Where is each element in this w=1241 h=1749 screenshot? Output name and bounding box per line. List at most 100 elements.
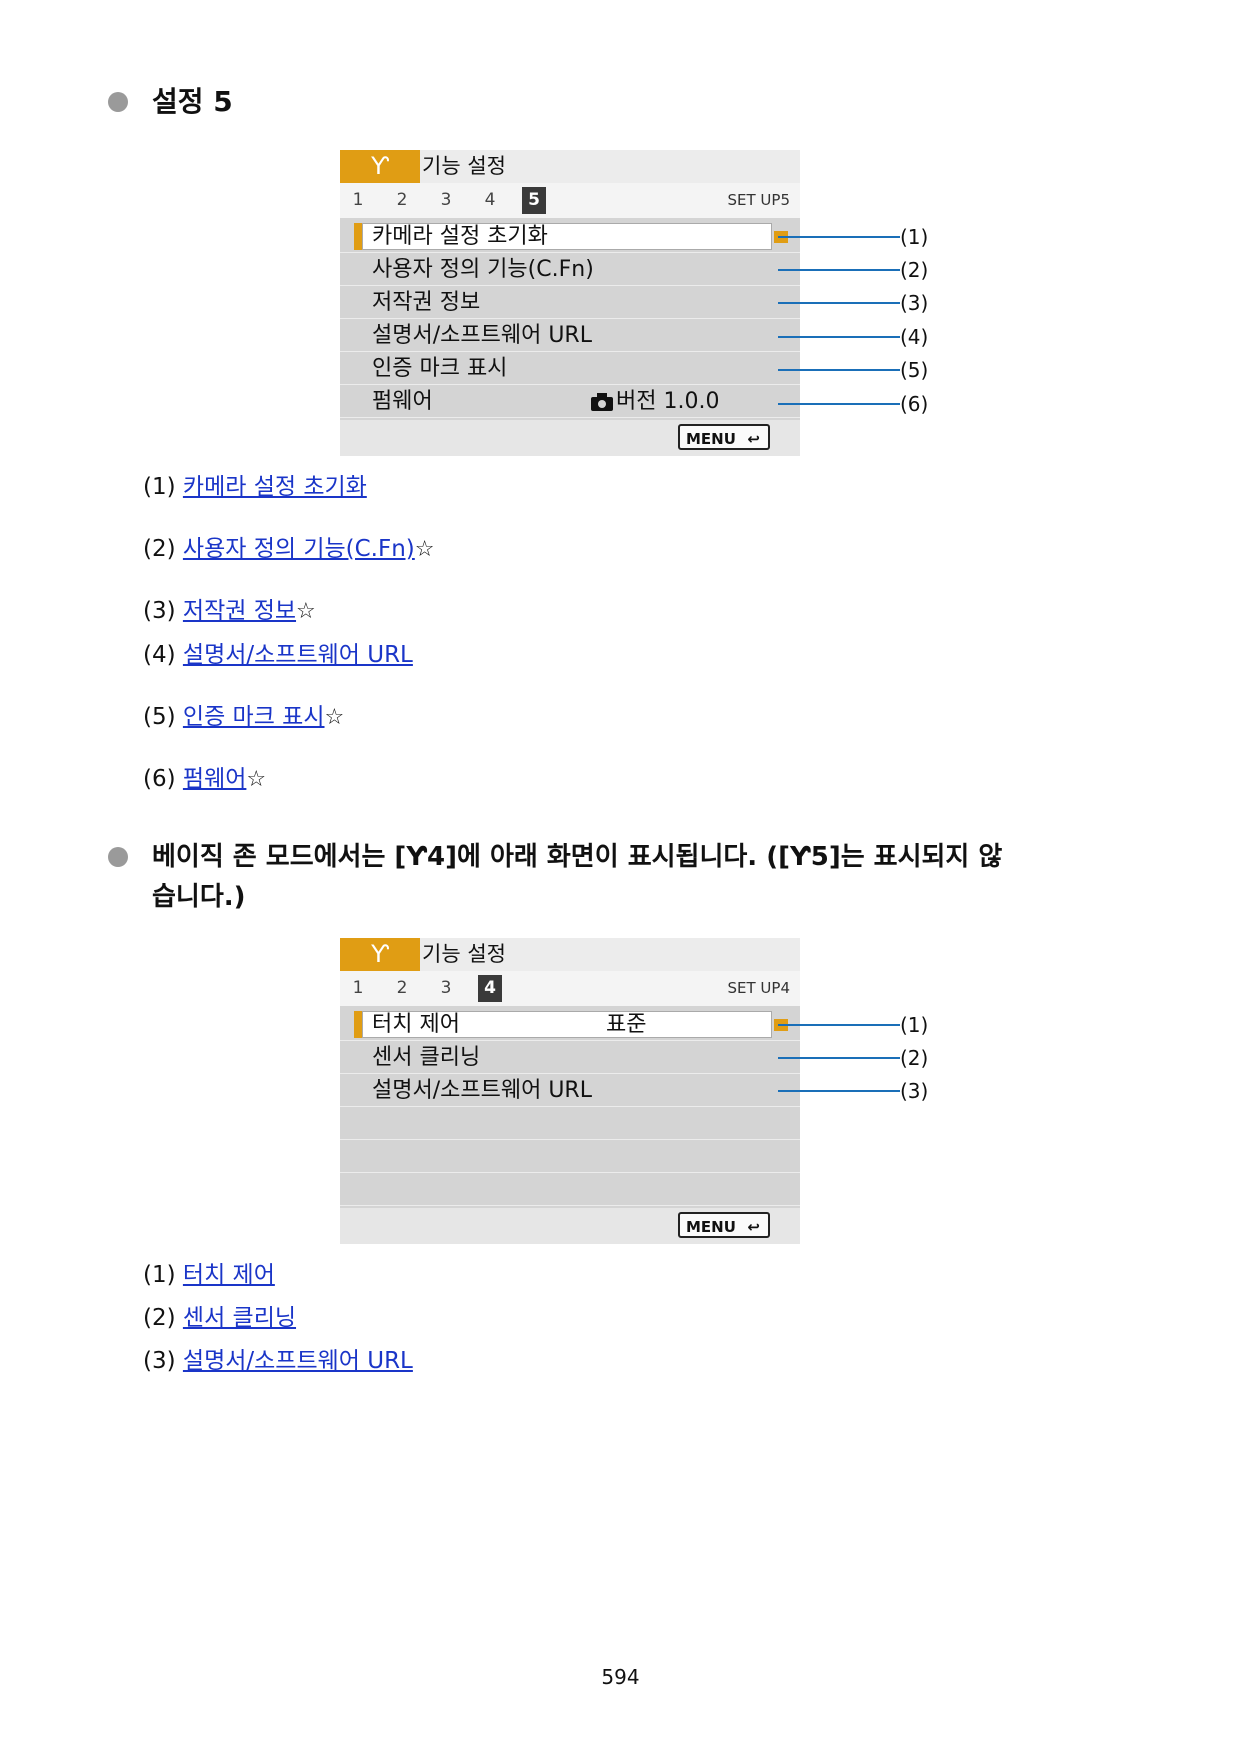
star-icon: ☆ xyxy=(324,705,345,730)
page-tab-2: 2 xyxy=(396,978,408,998)
menu-row-touch-control: 터치 제어 표준 xyxy=(340,1008,800,1041)
reference-number: (1) xyxy=(143,1262,176,1288)
page-tab-1: 1 xyxy=(352,978,364,998)
menu-row-label: 사용자 정의 기능(C.Fn) xyxy=(372,257,594,282)
menu-row-empty xyxy=(340,1107,800,1140)
reference-item-3: (3) 설명서/소프트웨어 URL xyxy=(143,1346,413,1376)
reference-item-6: (6) 펌웨어☆ xyxy=(143,764,266,795)
wrench-icon: Ƴ xyxy=(340,150,420,183)
menu-row-empty xyxy=(340,1140,800,1173)
screen-tab-bar: Ƴ 기능 설정 xyxy=(340,938,800,971)
menu-button-label: MENU xyxy=(686,430,736,448)
screen-title: 기능 설정 xyxy=(422,154,506,178)
menu-row-label: 저작권 정보 xyxy=(372,290,481,315)
page-number: 594 xyxy=(601,1665,640,1689)
menu-row-reset-camera: 카메라 설정 초기화 xyxy=(340,220,800,253)
screen-page-tabs: 1 2 3 4 SET UP4 xyxy=(340,971,800,1006)
callout-line-4 xyxy=(778,336,900,338)
menu-row-label: 터치 제어 xyxy=(372,1012,460,1037)
reference-number: (6) xyxy=(143,766,176,792)
menu-row-label: 센서 클리닝 xyxy=(372,1045,481,1070)
page-tab-3: 3 xyxy=(440,190,452,210)
reference-item-2: (2) 사용자 정의 기능(C.Fn)☆ xyxy=(143,534,435,565)
callout-number-1: (1) xyxy=(900,225,929,249)
callout-number-6: (6) xyxy=(900,392,929,416)
callout-number-5: (5) xyxy=(900,358,929,382)
menu-row-firmware: 펌웨어 버전 1.0.0 xyxy=(340,385,800,418)
link-manual-software-url[interactable]: 설명서/소프트웨어 URL xyxy=(183,642,413,668)
callout-number-4: (4) xyxy=(900,325,929,349)
menu-button-label: MENU xyxy=(686,1218,736,1236)
reference-item-3: (3) 저작권 정보☆ xyxy=(143,596,316,627)
menu-button: MENU ↩ xyxy=(678,424,770,450)
menu-row-label: 설명서/소프트웨어 URL xyxy=(372,1078,592,1103)
reference-number: (2) xyxy=(143,1305,176,1331)
page-tab-2: 2 xyxy=(396,190,408,210)
link-copyright-info[interactable]: 저작권 정보 xyxy=(183,598,296,624)
callout-number-2: (2) xyxy=(900,258,929,282)
camera-menu-screen-setup4: Ƴ 기능 설정 1 2 3 4 SET UP4 터치 제어 표준 센서 클리닝 … xyxy=(340,938,800,1244)
section-title: 설정 5 xyxy=(152,85,233,118)
callout-number-1: (1) xyxy=(900,1013,929,1037)
selection-marker-left xyxy=(354,223,362,250)
callout-line-2 xyxy=(778,1057,900,1059)
firmware-version: 버전 1.0.0 xyxy=(616,389,720,414)
star-icon: ☆ xyxy=(246,767,267,792)
screen-footer: MENU ↩ xyxy=(340,1208,800,1244)
link-custom-functions[interactable]: 사용자 정의 기능(C.Fn) xyxy=(183,536,415,562)
reference-number: (5) xyxy=(143,704,176,730)
section-text-line1: 베이직 존 모드에서는 [Ƴ4]에 아래 화면이 표시됩니다. ([Ƴ5]는 표… xyxy=(152,842,1003,872)
menu-row-manual-url: 설명서/소프트웨어 URL xyxy=(340,1074,800,1107)
callout-line-1 xyxy=(778,236,900,238)
link-reset-camera-settings[interactable]: 카메라 설정 초기화 xyxy=(183,474,367,500)
selection-marker-left xyxy=(354,1011,362,1038)
link-touch-control[interactable]: 터치 제어 xyxy=(183,1262,275,1288)
link-sensor-cleaning[interactable]: 센서 클리닝 xyxy=(183,1305,296,1331)
wrench-icon: Ƴ xyxy=(340,938,420,971)
menu-row-sensor-cleaning: 센서 클리닝 xyxy=(340,1041,800,1074)
reference-item-2: (2) 센서 클리닝 xyxy=(143,1303,296,1333)
camera-menu-screen-setup5: Ƴ 기능 설정 1 2 3 4 5 SET UP5 카메라 설정 초기화 사용자… xyxy=(340,150,800,456)
link-manual-software-url[interactable]: 설명서/소프트웨어 URL xyxy=(183,1348,413,1374)
page-tab-5-active: 5 xyxy=(522,187,546,214)
link-cert-logo-display[interactable]: 인증 마크 표시 xyxy=(183,704,325,730)
page-tab-4: 4 xyxy=(484,190,496,210)
menu-button: MENU ↩ xyxy=(678,1212,770,1238)
menu-row-cert-logo: 인증 마크 표시 xyxy=(340,352,800,385)
menu-row-custom-functions: 사용자 정의 기능(C.Fn) xyxy=(340,253,800,286)
menu-row-label: 인증 마크 표시 xyxy=(372,356,508,381)
page-tab-4-active: 4 xyxy=(478,975,502,1002)
reference-number: (3) xyxy=(143,598,176,624)
callout-line-5 xyxy=(778,369,900,371)
menu-row-label: 설명서/소프트웨어 URL xyxy=(372,323,592,348)
star-icon: ☆ xyxy=(414,537,435,562)
reference-item-4: (4) 설명서/소프트웨어 URL xyxy=(143,640,413,670)
callout-line-1 xyxy=(778,1024,900,1026)
screen-page-tabs: 1 2 3 4 5 SET UP5 xyxy=(340,183,800,218)
return-arrow-icon: ↩ xyxy=(747,1218,760,1236)
reference-number: (1) xyxy=(143,474,176,500)
menu-row-copyright: 저작권 정보 xyxy=(340,286,800,319)
page-tab-1: 1 xyxy=(352,190,364,210)
menu-row-label: 펌웨어 xyxy=(372,389,433,414)
setup-page-label: SET UP4 xyxy=(727,979,791,997)
section-text-line2: 습니다.) xyxy=(152,882,246,912)
menu-row-empty xyxy=(340,1173,800,1206)
bullet-dot xyxy=(108,847,128,867)
reference-number: (4) xyxy=(143,642,176,668)
reference-number: (3) xyxy=(143,1348,176,1374)
callout-number-3: (3) xyxy=(900,1079,929,1103)
screen-footer: MENU ↩ xyxy=(340,420,800,456)
callout-line-3 xyxy=(778,302,900,304)
reference-item-5: (5) 인증 마크 표시☆ xyxy=(143,702,344,733)
menu-row-label: 카메라 설정 초기화 xyxy=(372,224,548,249)
link-firmware[interactable]: 펌웨어 xyxy=(183,766,246,792)
callout-number-2: (2) xyxy=(900,1046,929,1070)
bullet-dot xyxy=(108,92,128,112)
reference-item-1: (1) 카메라 설정 초기화 xyxy=(143,472,367,502)
touch-control-value: 표준 xyxy=(606,1012,647,1037)
return-arrow-icon: ↩ xyxy=(747,430,760,448)
camera-icon xyxy=(591,393,613,411)
setup-page-label: SET UP5 xyxy=(727,191,791,209)
screen-title: 기능 설정 xyxy=(422,942,506,966)
